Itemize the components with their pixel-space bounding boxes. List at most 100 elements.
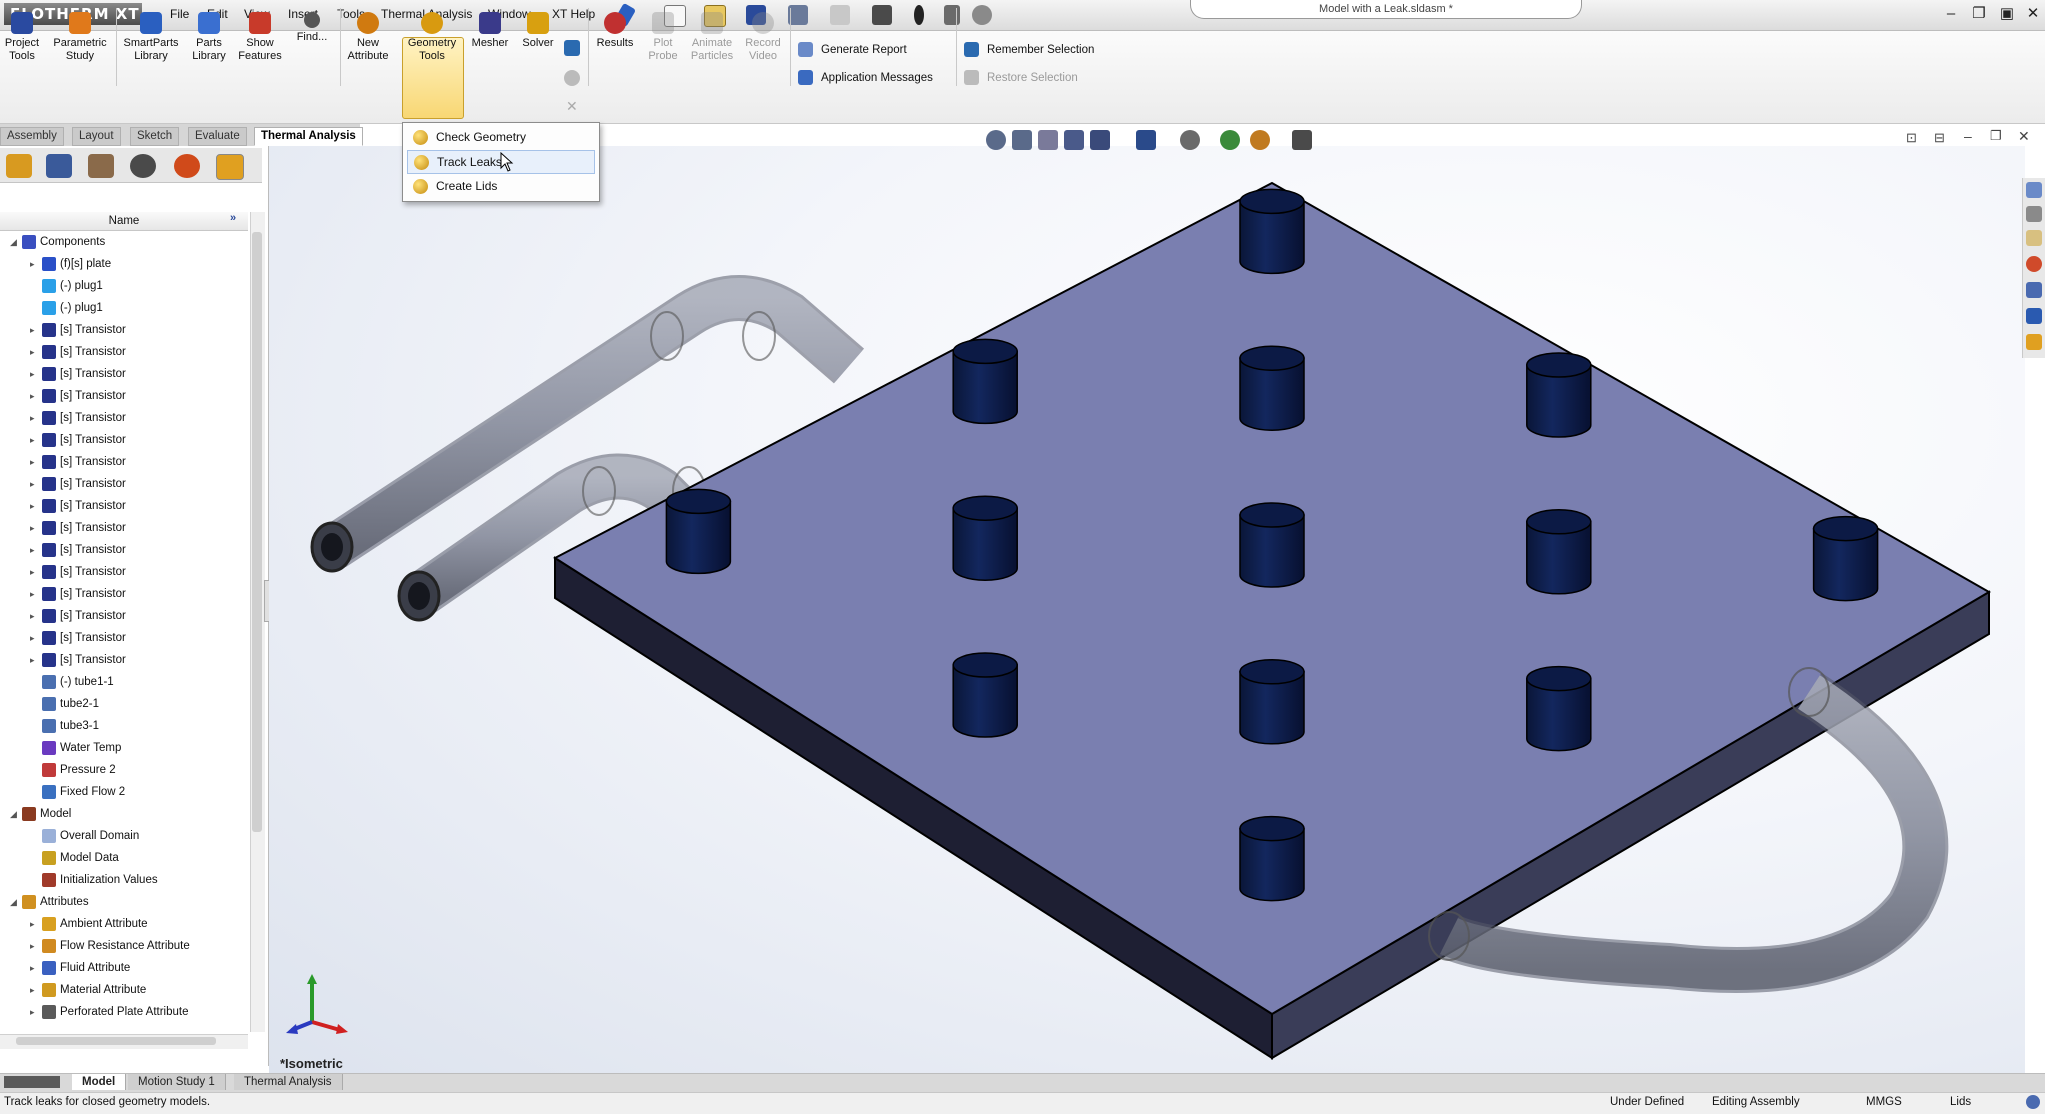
expand-arrow-icon[interactable]: ▸	[30, 451, 42, 473]
task-pane-appearances-icon[interactable]	[2026, 256, 2042, 272]
expand-arrow-icon[interactable]: ▸	[30, 319, 42, 341]
expand-arrow-icon[interactable]: ▸	[30, 957, 42, 979]
tree-item[interactable]: ▸ [s] Transistor	[0, 649, 248, 671]
tree-item[interactable]: ▸ [s] Transistor	[0, 363, 248, 385]
display-style-icon[interactable]	[1136, 130, 1156, 150]
tree-item[interactable]: Fixed Flow 2	[0, 781, 248, 803]
task-pane-view-palette-icon[interactable]	[2026, 282, 2042, 298]
expand-arrow-icon[interactable]: ▸	[30, 539, 42, 561]
status-help-icon[interactable]	[2026, 1095, 2040, 1109]
reset-solver-icon[interactable]	[564, 70, 580, 86]
task-pane-custom-properties-icon[interactable]	[2026, 308, 2042, 324]
property-manager-tab-icon[interactable]	[46, 154, 72, 178]
transistor-top[interactable]	[1239, 502, 1305, 528]
tree-item[interactable]: Initialization Values	[0, 869, 248, 891]
tree-item[interactable]: ◢ Attributes	[0, 891, 248, 913]
tree-item[interactable]: Model Data	[0, 847, 248, 869]
transistor-top[interactable]	[952, 495, 1018, 521]
find-button[interactable]: Find...	[288, 6, 336, 86]
transistor-top[interactable]	[1526, 352, 1592, 378]
remember-selection-button[interactable]: Remember Selection	[964, 40, 1094, 60]
expand-arrow-icon[interactable]: ▸	[30, 913, 42, 935]
transistor-top[interactable]	[1239, 659, 1305, 685]
transistor-top[interactable]	[1239, 345, 1305, 371]
expand-arrow-icon[interactable]: ▸	[30, 561, 42, 583]
tab-evaluate[interactable]: Evaluate	[188, 127, 247, 146]
tab-model[interactable]: Model	[72, 1074, 127, 1090]
task-pane-flotherm-icon[interactable]	[2026, 334, 2042, 350]
flotherm-tab-icon[interactable]	[216, 154, 244, 180]
expand-arrow-icon[interactable]: ▸	[30, 473, 42, 495]
parts-library-button[interactable]: Parts Library	[186, 6, 232, 86]
expand-arrow-icon[interactable]: ▸	[30, 407, 42, 429]
expand-arrow-icon[interactable]: ▸	[30, 649, 42, 671]
plot-probe-button[interactable]: Plot Probe	[640, 6, 686, 86]
viewport-minimize-icon[interactable]: –	[1964, 128, 1972, 144]
tab-sketch[interactable]: Sketch	[130, 127, 180, 146]
tab-thermal-analysis[interactable]: Thermal Analysis	[254, 127, 363, 146]
print-icon[interactable]	[788, 5, 808, 25]
mesher-button[interactable]: Mesher	[466, 6, 514, 86]
tree-scroll-thumb[interactable]	[252, 232, 262, 832]
model-3d-view[interactable]	[269, 146, 2025, 1073]
graphics-viewport[interactable]	[269, 146, 2025, 1073]
dimxpert-tab-icon[interactable]	[130, 154, 156, 178]
application-messages-button[interactable]: Application Messages	[798, 68, 933, 88]
restore-selection-button[interactable]: Restore Selection	[964, 68, 1078, 88]
close-window-icon[interactable]: ✕	[2024, 5, 2042, 23]
zoom-to-fit-icon[interactable]	[986, 130, 1006, 150]
task-pane-home-icon[interactable]	[2026, 182, 2042, 198]
smartparts-library-button[interactable]: SmartParts Library	[120, 6, 182, 86]
viewport-restore-icon[interactable]: ❐	[1990, 128, 2002, 144]
status-units[interactable]: MMGS	[1866, 1096, 1902, 1108]
record-video-button[interactable]: Record Video	[740, 6, 786, 86]
expand-arrow-icon[interactable]: ▸	[30, 341, 42, 363]
expand-arrow-icon[interactable]: ▸	[30, 1001, 42, 1023]
results-button[interactable]: Results	[592, 6, 638, 86]
options-gear-icon[interactable]	[972, 5, 992, 25]
select-cursor-icon[interactable]	[872, 5, 892, 25]
tree-item[interactable]: ▸ [s] Transistor	[0, 429, 248, 451]
expand-arrow-icon[interactable]: ▸	[30, 517, 42, 539]
tree-item[interactable]: ▸ [s] Transistor	[0, 407, 248, 429]
tree-item[interactable]: (-) plug1	[0, 275, 248, 297]
tree-item[interactable]: ▸ [s] Transistor	[0, 319, 248, 341]
tree-item[interactable]: ▸ Ambient Attribute	[0, 913, 248, 935]
minimize-window-icon[interactable]: –	[1942, 5, 1960, 23]
tree-item[interactable]: tube2-1	[0, 693, 248, 715]
tree-item[interactable]: ◢ Components	[0, 231, 248, 253]
undo-icon[interactable]	[830, 5, 850, 25]
collapse-arrow-icon[interactable]: ◢	[10, 803, 22, 825]
expand-arrow-icon[interactable]: ▸	[30, 363, 42, 385]
apply-scene-icon[interactable]	[1250, 130, 1270, 150]
new-attribute-button[interactable]: New Attribute	[344, 6, 392, 86]
tree-item[interactable]: ▸ [s] Transistor	[0, 473, 248, 495]
tree-item[interactable]: ▸ [s] Transistor	[0, 517, 248, 539]
zoom-to-area-icon[interactable]	[1012, 130, 1032, 150]
tree-item[interactable]: Pressure 2	[0, 759, 248, 781]
previous-view-icon[interactable]	[1038, 130, 1058, 150]
expand-arrow-icon[interactable]: ▸	[30, 627, 42, 649]
transistor-top[interactable]	[1526, 509, 1592, 535]
view-settings-icon[interactable]	[1292, 130, 1312, 150]
hide-show-items-icon[interactable]	[1180, 130, 1200, 150]
show-features-button[interactable]: Show Features	[234, 6, 286, 86]
tree-item[interactable]: Overall Domain	[0, 825, 248, 847]
tree-item[interactable]: ▸ [s] Transistor	[0, 583, 248, 605]
rebuild-icon[interactable]	[914, 5, 924, 25]
tab-motion-study-1[interactable]: Motion Study 1	[128, 1074, 226, 1090]
task-pane-resources-icon[interactable]	[2026, 206, 2042, 222]
tree-item[interactable]: ▸ [s] Transistor	[0, 539, 248, 561]
tree-item[interactable]: ▸ [s] Transistor	[0, 451, 248, 473]
tree-item[interactable]: ◢ Model	[0, 803, 248, 825]
transistor-top[interactable]	[952, 338, 1018, 365]
tab-assembly[interactable]: Assembly	[0, 127, 64, 146]
tab-scroll-arrows-icon[interactable]	[4, 1076, 60, 1088]
transistor-top[interactable]	[1812, 515, 1879, 542]
expand-arrow-icon[interactable]: ▸	[30, 495, 42, 517]
tree-item[interactable]: ▸ [s] Transistor	[0, 385, 248, 407]
tab-bottom-thermal-analysis[interactable]: Thermal Analysis	[234, 1074, 343, 1090]
display-manager-tab-icon[interactable]	[174, 154, 200, 178]
expand-panel-icon[interactable]: »	[230, 212, 236, 224]
view-orientation-icon[interactable]	[1090, 130, 1110, 150]
